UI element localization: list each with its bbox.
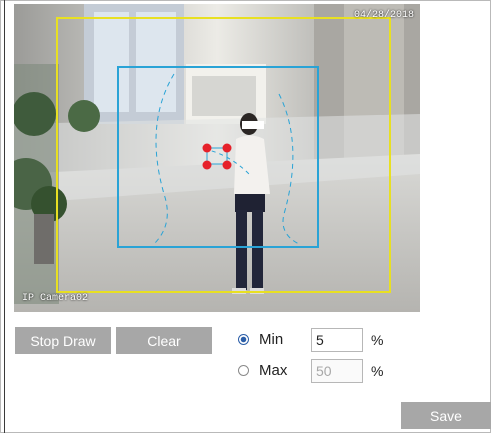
video-timestamp: 04/28/2018 [353, 10, 414, 21]
save-button[interactable]: Save [401, 402, 491, 429]
min-radio-button[interactable] [238, 334, 249, 345]
max-percent-unit: % [371, 363, 384, 379]
clear-button[interactable]: Clear [116, 327, 212, 354]
camera-name-label: IP Camera02 [22, 293, 89, 304]
max-radio-button[interactable] [238, 365, 249, 376]
max-percent-input[interactable] [311, 359, 363, 383]
min-percent-input[interactable] [311, 328, 363, 352]
left-divider [4, 0, 5, 433]
camera-scene [14, 4, 420, 312]
min-percent-unit: % [371, 332, 384, 348]
min-label: Min [259, 331, 284, 348]
stop-draw-button[interactable]: Stop Draw [15, 327, 111, 354]
max-label: Max [259, 362, 288, 379]
video-preview[interactable]: 04/28/2018 IP Camera02 [14, 4, 420, 312]
